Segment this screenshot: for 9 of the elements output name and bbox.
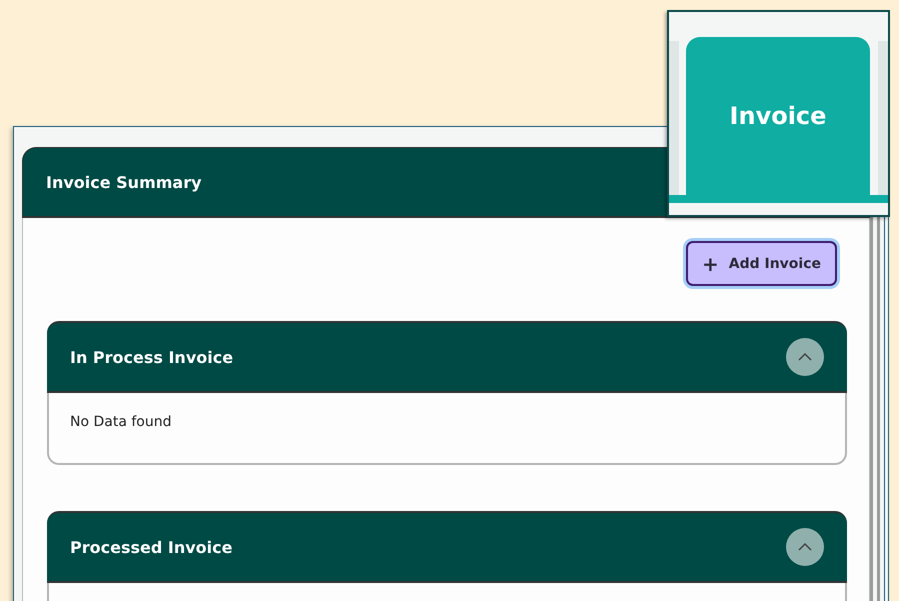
chevron-icon bbox=[797, 352, 813, 362]
section-title: In Process Invoice bbox=[70, 348, 234, 366]
section-title: Processed Invoice bbox=[70, 538, 232, 556]
empty-message: No Data found bbox=[70, 414, 172, 430]
collapse-button[interactable] bbox=[786, 528, 824, 566]
collapse-button[interactable] bbox=[786, 338, 824, 376]
chevron-icon bbox=[797, 542, 813, 552]
add-invoice-button[interactable]: + Add Invoice bbox=[686, 241, 837, 286]
card-title: Invoice Summary bbox=[46, 172, 202, 192]
